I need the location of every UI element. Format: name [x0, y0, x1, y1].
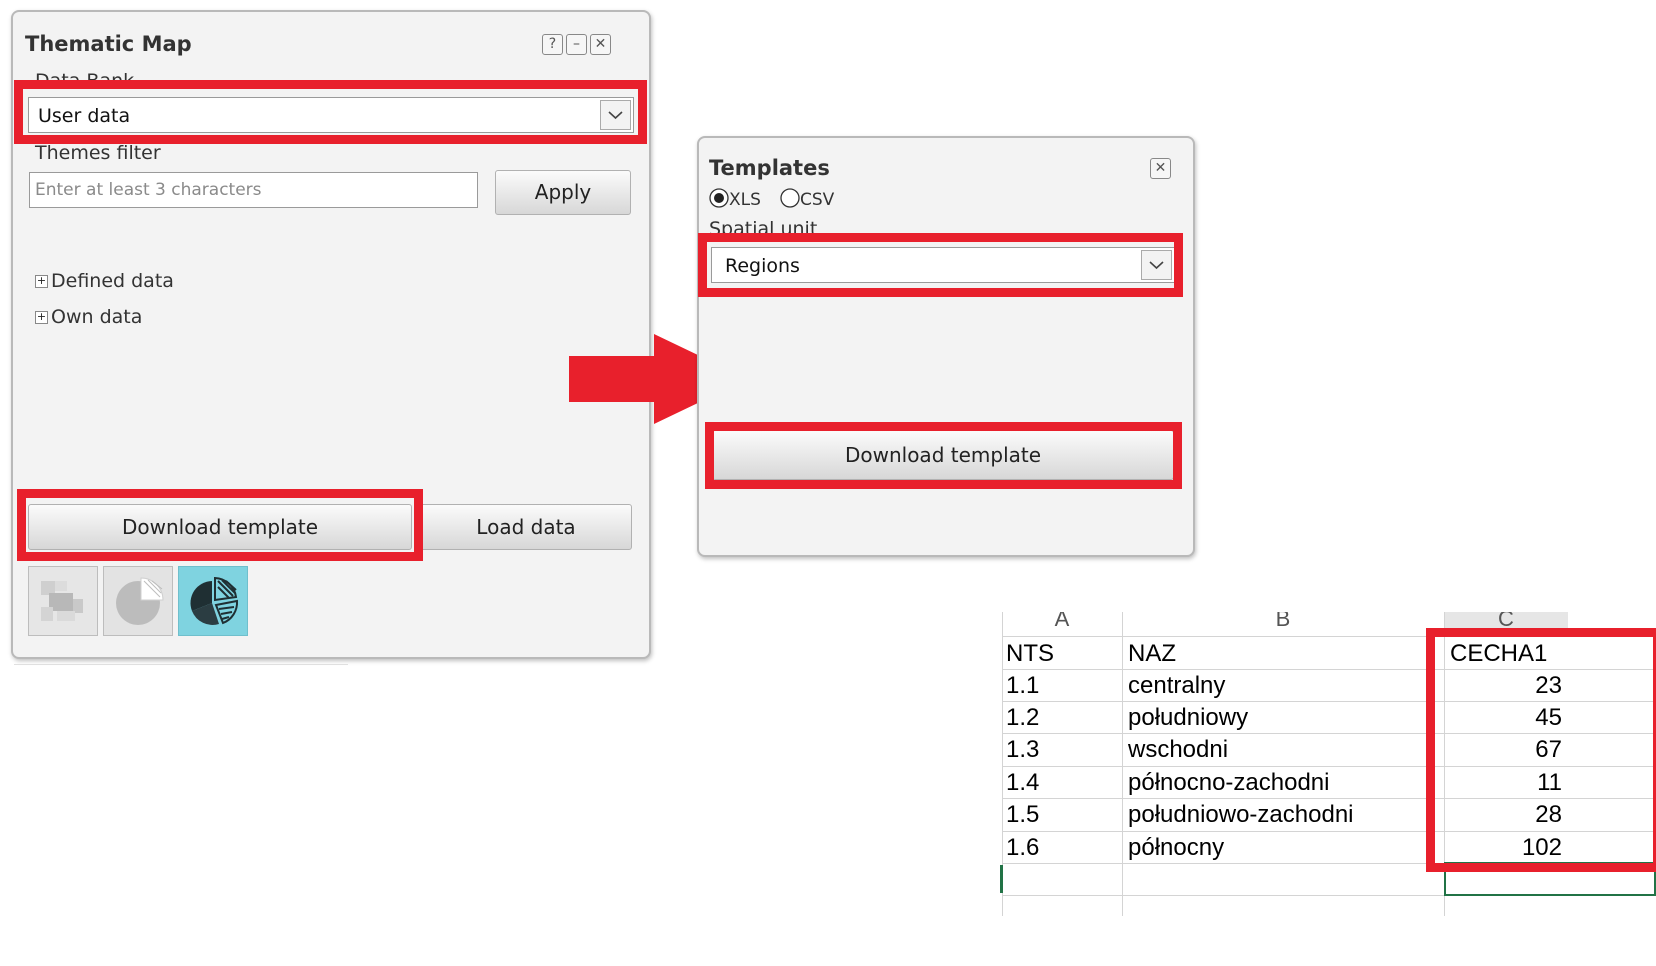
active-cell-outline[interactable] — [1444, 862, 1656, 896]
cell-cecha1[interactable]: 67 — [1450, 734, 1562, 766]
spatial-unit-value: Regions — [725, 255, 800, 277]
cell-cecha1[interactable]: 23 — [1450, 670, 1562, 702]
cell-nts[interactable]: 1.6 — [1006, 832, 1039, 864]
cell-naz[interactable]: południowo-zachodni — [1128, 799, 1354, 831]
column-letter-a[interactable]: A — [1002, 612, 1122, 631]
choropleth-icon — [41, 581, 83, 621]
spreadsheet-excerpt: A B C NTS NAZ CECHA1 1.1 centralny 23 1.… — [988, 612, 1656, 916]
cell-nts[interactable]: 1.2 — [1006, 702, 1039, 734]
tree-item-label: Defined data — [51, 270, 174, 292]
radio-label-xls: XLS — [729, 190, 761, 210]
header-cell-cecha1[interactable]: CECHA1 — [1450, 638, 1547, 670]
column-letter-b[interactable]: B — [1122, 612, 1444, 631]
chevron-down-icon[interactable] — [600, 100, 631, 130]
radio-label-csv: CSV — [800, 190, 835, 210]
tree-item-own-data[interactable]: + Own data — [35, 306, 142, 328]
download-template-button[interactable]: Download template — [712, 430, 1174, 480]
spatial-unit-label: Spatial unit — [709, 218, 818, 240]
grid-line — [1122, 612, 1123, 916]
templates-title: Templates — [709, 156, 830, 180]
panel-bottom-line — [14, 664, 348, 665]
cell-naz[interactable]: północno-zachodni — [1128, 767, 1329, 799]
templates-panel: Templates ✕ XLS CSV Spatial unit Regions… — [697, 136, 1195, 557]
pie-chart-icon — [116, 577, 164, 625]
cell-naz[interactable]: północny — [1128, 832, 1224, 864]
panel-title: Thematic Map — [25, 32, 192, 56]
help-icon[interactable]: ? — [542, 34, 563, 55]
column-letter-c[interactable]: C — [1444, 612, 1568, 631]
hatched-pie-chart-icon — [190, 576, 239, 625]
cell-nts[interactable]: 1.1 — [1006, 670, 1039, 702]
cell-cecha1[interactable]: 102 — [1450, 832, 1562, 864]
themes-filter-placeholder: Enter at least 3 characters — [35, 180, 262, 200]
cell-nts[interactable]: 1.3 — [1006, 734, 1039, 766]
grid-line — [1002, 636, 1656, 637]
cell-naz[interactable]: wschodni — [1128, 734, 1228, 766]
cell-naz[interactable]: południowy — [1128, 702, 1248, 734]
active-row-marker — [1000, 865, 1003, 893]
themes-filter-input[interactable]: Enter at least 3 characters — [29, 172, 478, 208]
chevron-down-icon[interactable] — [1141, 250, 1172, 280]
data-bank-value: User data — [38, 105, 131, 127]
load-data-button[interactable]: Load data — [420, 504, 632, 550]
format-radio-csv[interactable]: CSV — [780, 188, 834, 210]
cell-cecha1[interactable]: 11 — [1450, 767, 1562, 799]
choropleth-map-button[interactable] — [28, 566, 98, 636]
radio-unchecked-icon[interactable] — [780, 188, 800, 208]
minimize-icon[interactable]: – — [566, 34, 587, 55]
apply-button[interactable]: Apply — [495, 170, 631, 215]
data-bank-select[interactable]: User data — [28, 97, 634, 133]
format-radio-xls[interactable]: XLS — [709, 188, 761, 210]
hatched-pie-chart-button[interactable] — [178, 566, 248, 636]
pie-chart-button[interactable] — [103, 566, 173, 636]
close-icon[interactable]: ✕ — [590, 34, 611, 55]
header-cell-naz[interactable]: NAZ — [1128, 638, 1176, 670]
cell-cecha1[interactable]: 45 — [1450, 702, 1562, 734]
expand-icon[interactable]: + — [35, 275, 48, 288]
thematic-map-panel: Thematic Map ? – ✕ Data Bank User data T… — [11, 10, 651, 659]
themes-filter-label: Themes filter — [35, 142, 161, 164]
expand-icon[interactable]: + — [35, 311, 48, 324]
data-bank-label: Data Bank — [35, 70, 135, 92]
radio-checked-icon[interactable] — [709, 188, 729, 208]
tree-item-label: Own data — [51, 306, 143, 328]
close-icon[interactable]: ✕ — [1150, 158, 1171, 179]
download-template-button[interactable]: Download template — [28, 504, 412, 550]
cell-nts[interactable]: 1.4 — [1006, 767, 1039, 799]
cell-cecha1[interactable]: 28 — [1450, 799, 1562, 831]
spatial-unit-select[interactable]: Regions — [711, 247, 1175, 283]
cell-nts[interactable]: 1.5 — [1006, 799, 1039, 831]
header-cell-nts[interactable]: NTS — [1006, 638, 1054, 670]
cell-naz[interactable]: centralny — [1128, 670, 1225, 702]
tree-item-defined-data[interactable]: + Defined data — [35, 270, 174, 292]
